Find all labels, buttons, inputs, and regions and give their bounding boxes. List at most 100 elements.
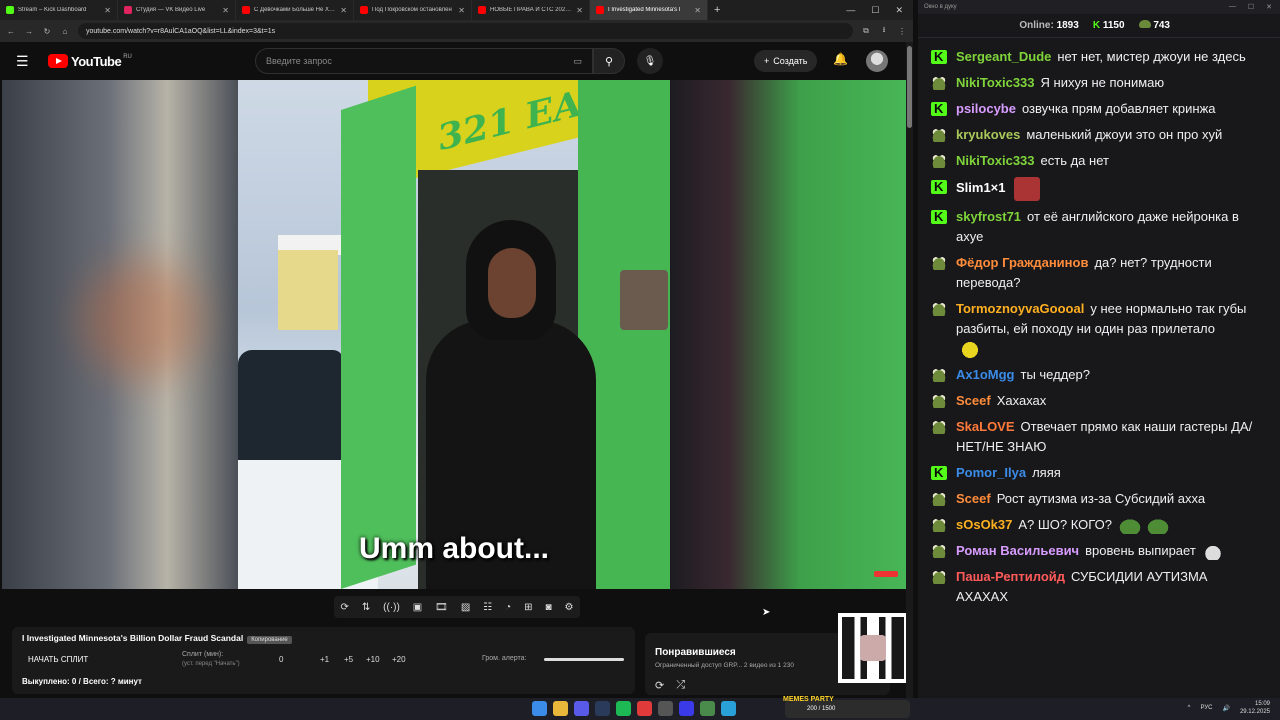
video-player[interactable]: 321 EA Umm about...: [2, 80, 906, 589]
url-bar[interactable]: youtube.com/watch?v=r8AulCA1aOQ&list=LL&…: [78, 23, 853, 39]
close-tab-icon[interactable]: ✕: [340, 6, 347, 15]
telegram-icon[interactable]: [721, 701, 736, 716]
subscribe-watermark[interactable]: [874, 571, 898, 577]
back-icon[interactable]: ←: [6, 27, 16, 36]
app-icon[interactable]: [658, 701, 673, 716]
playlist-icon[interactable]: ☷: [483, 602, 492, 613]
film-icon[interactable]: 🎞: [435, 602, 448, 613]
plus-icon: +: [764, 56, 770, 66]
close-tab-icon[interactable]: ✕: [104, 6, 111, 15]
online-count: 1893: [1056, 20, 1079, 31]
frog-badge-icon: [931, 492, 947, 506]
close-tab-icon[interactable]: ✕: [222, 6, 229, 15]
app-icon[interactable]: [700, 701, 715, 716]
chat-message: NikiToxic333 Я нихуя не понимаю: [918, 70, 1273, 96]
spotify-icon[interactable]: [616, 701, 631, 716]
tab-youtube-3[interactable]: НОВЫЕ ПРАВА И СТС 2026! н ✕: [472, 0, 590, 20]
add-box-icon[interactable]: ⊞: [524, 602, 532, 613]
speed-icon[interactable]: ◔: [505, 602, 511, 613]
chevron-up-icon[interactable]: ^: [1188, 705, 1191, 711]
maximize-icon[interactable]: ☐: [871, 5, 879, 16]
close-tab-icon[interactable]: ✕: [576, 6, 583, 15]
reload-icon[interactable]: ↻: [42, 27, 52, 36]
avatar[interactable]: [866, 50, 888, 72]
minimize-icon[interactable]: —: [846, 5, 855, 16]
steam-icon[interactable]: [595, 701, 610, 716]
menu-dots-icon[interactable]: ⋮: [897, 27, 907, 36]
chat-message: skyfrost71от её английского даже нейронк…: [918, 204, 1273, 250]
app-icon[interactable]: [679, 701, 694, 716]
youtube-logo[interactable]: YouTube RU: [48, 54, 132, 69]
page-scrollbar[interactable]: [906, 42, 913, 698]
start-split-button[interactable]: НАЧАТЬ СПЛИТ: [28, 655, 88, 664]
broadcast-icon[interactable]: ((·)): [383, 602, 400, 613]
video-subtitle: Umm about...: [358, 532, 549, 565]
increment-20-button[interactable]: +20: [392, 655, 406, 664]
frog-badge-icon: [931, 420, 947, 434]
keyboard-icon[interactable]: ▭: [573, 56, 582, 67]
forward-icon[interactable]: →: [24, 27, 34, 36]
chat-message: kryukoves маленький джоуи это он про хуй: [918, 122, 1273, 148]
repeat-icon[interactable]: ⟳: [340, 602, 348, 613]
mouse-cursor-icon: ➤: [762, 607, 771, 618]
frog-badge-icon: [931, 368, 947, 382]
download-icon[interactable]: ⭳: [879, 24, 889, 38]
tab-vk[interactable]: Студия — VK Видео Live ✕: [118, 0, 236, 20]
close-tab-icon[interactable]: ✕: [694, 6, 701, 15]
minimize-icon[interactable]: —: [1229, 3, 1236, 11]
increment-10-button[interactable]: +10: [366, 655, 380, 664]
youtube-favicon-icon: [596, 6, 604, 14]
chat-message: TormoznoyvaGoooal у нее нормально так губ…: [918, 296, 1273, 362]
settings-gear-icon[interactable]: ⚙: [565, 602, 574, 613]
shuffle-icon[interactable]: ⤮: [676, 679, 685, 692]
chat-message: Sergeant_Dudeнет нет, мистер джоуи не зд…: [918, 44, 1273, 70]
chat-message: Slim1×1: [918, 174, 1273, 204]
alert-volume-slider[interactable]: [544, 658, 624, 661]
picture-icon[interactable]: ▨: [461, 602, 470, 613]
kick-badge-icon: [931, 177, 947, 197]
maximize-icon[interactable]: ☐: [1248, 3, 1254, 11]
search-input[interactable]: Введите запрос ▭: [255, 48, 593, 74]
frog-badge-icon: [931, 76, 947, 90]
clock[interactable]: 15:09 29.12.2025: [1240, 700, 1270, 716]
kick-count: 1150: [1102, 20, 1125, 31]
memes-party-widget[interactable]: MEMES PARTY 200 / 1500: [783, 696, 910, 718]
tab-youtube-1[interactable]: С Девочками Больше Не Хочу ✕: [236, 0, 354, 20]
voice-search-button[interactable]: 🎙: [637, 48, 663, 74]
menu-icon[interactable]: ☰: [16, 53, 36, 70]
app-icon[interactable]: [637, 701, 652, 716]
close-window-icon[interactable]: ✕: [895, 5, 903, 16]
close-tab-icon[interactable]: ✕: [458, 6, 465, 15]
search-button[interactable]: ⚲: [593, 48, 625, 74]
discord-icon[interactable]: [574, 701, 589, 716]
close-window-icon[interactable]: ✕: [1266, 3, 1272, 11]
loop-icon[interactable]: ⟳: [655, 679, 664, 692]
start-icon[interactable]: [532, 701, 547, 716]
tab-youtube-active[interactable]: I Investigated Minnesota's I ✕: [590, 0, 708, 20]
increment-5-button[interactable]: +5: [344, 655, 353, 664]
cast-icon[interactable]: ▣: [413, 602, 422, 613]
volume-icon[interactable]: 🔊: [1222, 705, 1229, 712]
tab-kick[interactable]: Stream – Kick Dashboard ✕: [0, 0, 118, 20]
new-tab-icon[interactable]: +: [708, 4, 726, 16]
notifications-bell-icon[interactable]: 🔔: [833, 52, 848, 66]
frog-badge-icon: [931, 570, 947, 584]
tab-youtube-2[interactable]: Под Покровском остановлен ✕: [354, 0, 472, 20]
frog-count: 743: [1153, 20, 1170, 31]
copy-tag[interactable]: Копирование: [247, 636, 292, 644]
increment-1-button[interactable]: +1: [320, 655, 329, 664]
chat-message: psilocybeозвучка прям добавляет кринжа: [918, 96, 1273, 122]
url-text: youtube.com/watch?v=r8AulCA1aOQ&list=LL&…: [86, 27, 276, 35]
camera-icon[interactable]: ◙: [546, 602, 552, 613]
kick-icon: K: [1092, 20, 1101, 31]
create-button[interactable]: + Создать: [754, 50, 818, 72]
sort-icon[interactable]: ⇅: [362, 602, 370, 613]
frog-badge-icon: [931, 544, 947, 558]
chrome-icon[interactable]: [553, 701, 568, 716]
address-toolbar: ← → ↻ ⌂ youtube.com/watch?v=r8AulCA1aOQ&…: [0, 20, 913, 42]
home-icon[interactable]: ⌂: [60, 27, 70, 36]
split-value: 0: [279, 655, 284, 664]
extensions-icon[interactable]: ⧉: [861, 26, 871, 36]
kick-badge-icon: [931, 463, 947, 483]
chat-message: Sceef Хахахах: [918, 388, 1273, 414]
